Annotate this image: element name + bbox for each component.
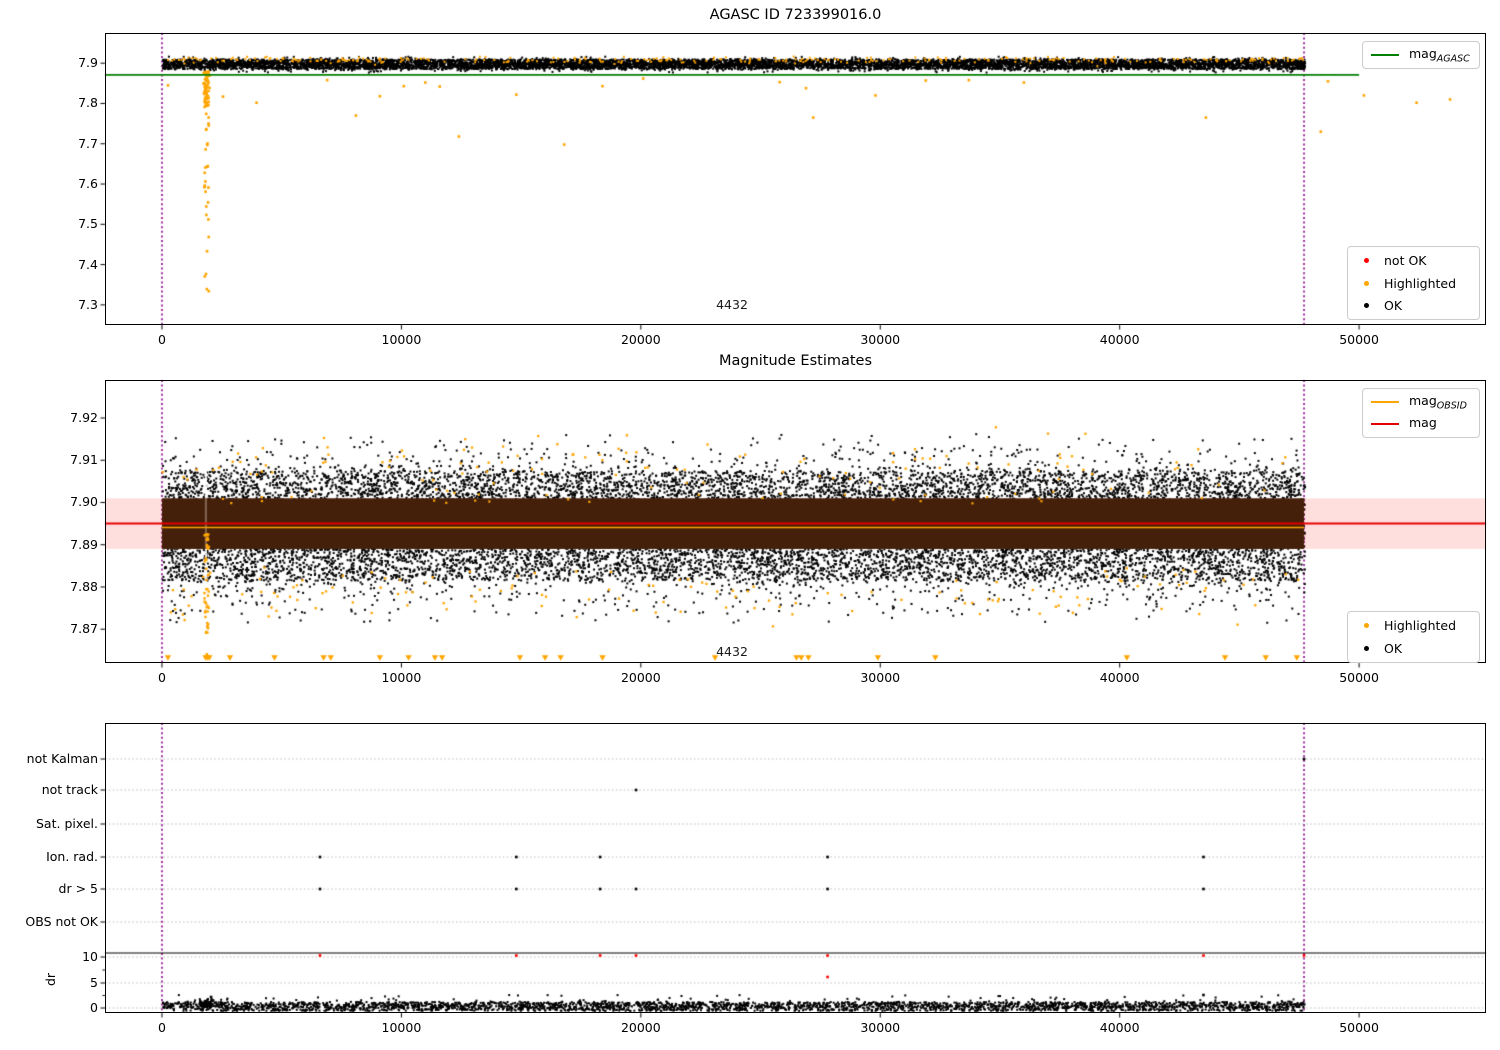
y-tick-label: 7.6: [78, 176, 98, 192]
legend-entry-not-ok: not OK: [1354, 250, 1473, 271]
legend-entry-ok-mid: OK: [1354, 638, 1473, 659]
x-tick-label: 20000: [620, 332, 661, 347]
y-tick-label: 7.87: [70, 621, 98, 637]
chart2-title: Magnitude Estimates: [718, 353, 873, 369]
x-tick-label: 40000: [1099, 1020, 1140, 1035]
x-tick-label: 20000: [620, 670, 661, 685]
dr-tick-label: 5: [90, 975, 98, 990]
axes-frame-magnitude-estimates: [105, 380, 1486, 663]
y-tick-label: 7.91: [70, 452, 98, 468]
x-tick-label: 40000: [1099, 670, 1140, 685]
mag-agasc-line-swatch: [1371, 54, 1399, 56]
legend-label-ok-mid: OK: [1384, 640, 1403, 656]
flag-row-label: not Kalman: [26, 751, 98, 766]
chart2-annotation-count: 4432: [716, 644, 748, 659]
flag-row-label: Ion. rad.: [46, 849, 98, 864]
x-tick-label: 0: [157, 1020, 166, 1035]
legend-mag-lines: magOBSID mag: [1362, 388, 1480, 438]
x-tick-label: 50000: [1339, 332, 1379, 347]
y-tick-label: 7.4: [78, 256, 98, 272]
y-tick-label: 7.7: [78, 135, 98, 151]
axes-frame-flags: [105, 723, 1486, 1013]
y-tick-label: 7.90: [70, 494, 98, 510]
ok-dot-icon: [1364, 302, 1369, 308]
flag-row-label: Sat. pixel.: [36, 816, 98, 831]
y-tick-label: 7.89: [70, 536, 98, 552]
legend-entry-ok: OK: [1354, 295, 1473, 316]
x-tick-label: 0: [157, 332, 166, 347]
legend-label-mag-obsid: magOBSID: [1409, 392, 1467, 412]
flag-row-label: dr > 5: [58, 881, 98, 896]
chart1-title: AGASC ID 723399016.0: [709, 7, 882, 23]
y-tick-label: 7.9: [78, 55, 98, 71]
not-ok-dot-icon: [1364, 258, 1369, 264]
x-tick-label: 0: [157, 670, 166, 685]
y-tick-label: 7.8: [78, 95, 98, 111]
legend-label-highlighted: Highlighted: [1384, 275, 1457, 291]
mag-obsid-line-swatch: [1371, 401, 1399, 404]
legend-label-highlighted-mid: Highlighted: [1384, 618, 1457, 634]
legend-entry-highlighted-mid: Highlighted: [1354, 615, 1473, 636]
dr-tick-label: 10: [82, 949, 98, 964]
axes-frame-magnitude-time: [105, 33, 1486, 325]
legend-label-mag: mag: [1409, 414, 1437, 430]
mag-line-swatch: [1371, 422, 1399, 425]
figure-root: AGASC ID 723399016.0 Magnitude Estimates…: [0, 0, 1500, 1050]
x-tick-label: 50000: [1339, 1020, 1379, 1035]
x-tick-label: 10000: [381, 332, 422, 347]
legend-label-ok: OK: [1384, 297, 1403, 313]
x-tick-label: 10000: [381, 1020, 422, 1035]
y-tick-label: 7.88: [70, 578, 98, 594]
x-tick-label: 30000: [860, 670, 901, 685]
x-tick-label: 30000: [860, 332, 901, 347]
legend-entry-mag: mag: [1369, 413, 1473, 434]
flag-row-label: not track: [41, 782, 98, 797]
ok-dot-icon: [1364, 645, 1369, 651]
y-tick-label: 7.5: [78, 216, 98, 232]
highlighted-dot-icon: [1364, 280, 1369, 286]
legend-entry-mag-agasc: magAGASC: [1369, 45, 1473, 66]
dr-tick-label: 0: [90, 1000, 98, 1015]
legend-entry-highlighted: Highlighted: [1354, 273, 1473, 294]
x-tick-label: 30000: [860, 1020, 901, 1035]
flag-row-label: OBS not OK: [25, 914, 98, 929]
y-tick-label: 7.92: [70, 410, 98, 425]
legend-label-not-ok: not OK: [1384, 253, 1427, 269]
x-tick-label: 10000: [381, 670, 422, 685]
legend-label-mag-agasc: magAGASC: [1409, 45, 1470, 65]
x-tick-label: 20000: [620, 1020, 661, 1035]
legend-mag-agasc: magAGASC: [1362, 41, 1480, 69]
y-tick-label: 7.3: [78, 296, 98, 312]
x-tick-label: 40000: [1099, 332, 1140, 347]
chart1-annotation-count: 4432: [716, 297, 748, 312]
legend-top-status: not OK Highlighted OK: [1347, 246, 1480, 320]
legend-mid-status: Highlighted OK: [1347, 611, 1480, 663]
x-tick-label: 50000: [1339, 670, 1379, 685]
legend-entry-mag-obsid: magOBSID: [1369, 392, 1473, 413]
highlighted-dot-icon: [1364, 623, 1369, 629]
